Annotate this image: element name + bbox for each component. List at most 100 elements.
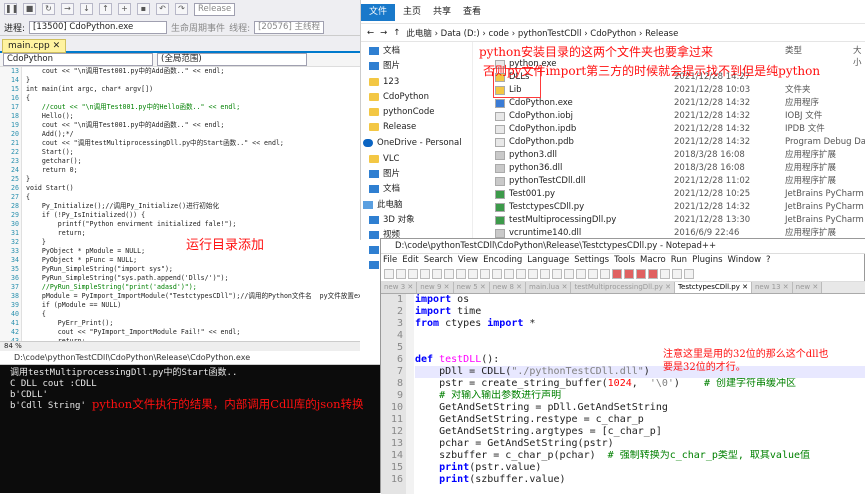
show-all-icon[interactable]: [600, 269, 610, 279]
tab-new-8[interactable]: new 8 ✕: [489, 282, 526, 293]
notepad-editor[interactable]: 1 2 3 4 5 6 7 8 9 10 11 12 13 14 15 16 import os import…: [381, 294, 865, 494]
menu-item[interactable]: File: [383, 254, 397, 267]
find-icon[interactable]: [516, 269, 526, 279]
vs-code-editor[interactable]: 13 14 15 16 17 18 19 20 21 22 23 24 25 26 27 28 29 30 31 32…: [0, 67, 360, 341]
sidebar-item[interactable]: pythonCode: [369, 105, 435, 119]
forward-arrow-icon[interactable]: →: [380, 28, 387, 38]
step-into-icon[interactable]: ↓: [80, 3, 93, 15]
sync-icon[interactable]: [564, 269, 574, 279]
file-row[interactable]: Lib 2021/12/28 10:03 文件夹: [473, 84, 865, 97]
file-row[interactable]: TestctypesCDll.py 2021/12/28 14:32 JetBrai…: [473, 201, 865, 214]
stop-icon[interactable]: ■: [23, 3, 36, 15]
save-icon[interactable]: ▪: [137, 3, 150, 15]
redo-icon[interactable]: ↷: [175, 3, 188, 15]
menu-item[interactable]: Encoding: [483, 254, 522, 267]
sidebar-item[interactable]: 图片: [369, 167, 400, 181]
zoom-in-icon[interactable]: [540, 269, 550, 279]
tab-testmultiprocessingdll-py[interactable]: testMultiprocessingDll.py ✕: [571, 282, 675, 293]
new-file-icon[interactable]: [384, 269, 394, 279]
save-macro-icon[interactable]: [660, 269, 670, 279]
ribbon-tab-home[interactable]: 主页: [397, 5, 427, 20]
stop-macro-icon[interactable]: [624, 269, 634, 279]
config-combo[interactable]: Release: [194, 2, 236, 16]
run-macro-icon[interactable]: [648, 269, 658, 279]
sidebar-item[interactable]: 文档: [369, 182, 400, 196]
tab-new[interactable]: new ✕: [792, 282, 823, 293]
pause-icon[interactable]: ❚❚: [4, 3, 18, 15]
sidebar-item[interactable]: OneDrive - Personal: [363, 136, 462, 150]
ribbon-tab-file[interactable]: 文件: [361, 4, 395, 21]
menu-item[interactable]: Plugins: [692, 254, 722, 267]
spell-icon[interactable]: [672, 269, 682, 279]
ribbon-tab-share[interactable]: 共享: [427, 5, 457, 20]
record-macro-icon[interactable]: [612, 269, 622, 279]
sidebar-item[interactable]: 图片: [369, 59, 400, 73]
tab-testctypescdll-py[interactable]: TestctypesCDll.py ✕: [674, 282, 752, 293]
menu-item[interactable]: ?: [766, 254, 771, 267]
cut-icon[interactable]: [456, 269, 466, 279]
step-icon[interactable]: →: [61, 3, 74, 15]
wrap-icon[interactable]: [576, 269, 586, 279]
menu-item[interactable]: Tools: [614, 254, 635, 267]
file-row[interactable]: CdoPython.iobj 2021/12/28 14:32 IOBJ 文件: [473, 110, 865, 123]
back-arrow-icon[interactable]: ←: [367, 28, 374, 38]
new-file-icon[interactable]: +: [118, 3, 131, 15]
menu-item[interactable]: Run: [671, 254, 687, 267]
save-icon[interactable]: [408, 269, 418, 279]
menu-item[interactable]: Search: [424, 254, 453, 267]
redo-icon[interactable]: [504, 269, 514, 279]
menu-item[interactable]: Language: [527, 254, 569, 267]
scope-combo[interactable]: (全局范围): [157, 53, 307, 66]
file-row[interactable]: CdoPython.ipdb 2021/12/28 14:32 IPDB 文件: [473, 123, 865, 136]
print-icon[interactable]: [444, 269, 454, 279]
lifecycle-events-button[interactable]: 生命周期事件: [171, 21, 225, 34]
sidebar-item[interactable]: 文档: [369, 44, 400, 58]
column-header-type[interactable]: 类型: [785, 44, 802, 56]
paste-icon[interactable]: [480, 269, 490, 279]
tab-new-5[interactable]: new 5 ✕: [453, 282, 490, 293]
project-combo[interactable]: CdoPython: [3, 53, 153, 66]
zoom-level[interactable]: 84 %: [0, 341, 360, 351]
thread-combo[interactable]: [20576] 主线程: [254, 20, 324, 34]
sidebar-item[interactable]: VLC: [369, 152, 400, 166]
tab-new-3[interactable]: new 3 ✕: [381, 282, 418, 293]
file-row[interactable]: testMultiprocessingDll.py 2021/12/28 13:3…: [473, 214, 865, 227]
tab-new-9[interactable]: new 9 ✕: [417, 282, 454, 293]
address-bar[interactable]: ← → ↑ 此电脑 › Data (D:) › code › pythonTes…: [361, 24, 865, 42]
zoom-out-icon[interactable]: [552, 269, 562, 279]
file-row[interactable]: CdoPython.exe 2021/12/28 14:32 应用程序: [473, 97, 865, 110]
tab-main-cpp[interactable]: main.cpp ✕: [2, 39, 67, 53]
undo-icon[interactable]: [492, 269, 502, 279]
menu-item[interactable]: Edit: [402, 254, 418, 267]
breadcrumb[interactable]: 此电脑 › Data (D:) › code › pythonTestCDll …: [406, 27, 678, 39]
menu-item[interactable]: Window: [728, 254, 762, 267]
indent-guide-icon[interactable]: [588, 269, 598, 279]
file-row[interactable]: CdoPython.pdb 2021/12/28 14:32 Program Deb…: [473, 136, 865, 149]
copy-icon[interactable]: [468, 269, 478, 279]
file-row[interactable]: Test001.py 2021/12/28 10:25 JetBrains PyCh…: [473, 188, 865, 201]
sidebar-item[interactable]: 此电脑: [363, 198, 403, 212]
file-row[interactable]: python36.dll 2018/3/28 16:08 应用程序扩展: [473, 162, 865, 175]
restart-icon[interactable]: ↻: [42, 3, 55, 15]
replace-icon[interactable]: [528, 269, 538, 279]
step-out-icon[interactable]: ↑: [99, 3, 112, 15]
undo-icon[interactable]: ↶: [156, 3, 169, 15]
ribbon-tab-view[interactable]: 查看: [457, 5, 487, 20]
up-arrow-icon[interactable]: ↑: [393, 28, 400, 38]
tab-main-lua[interactable]: main.lua ✕: [526, 282, 572, 293]
menu-item[interactable]: Settings: [574, 254, 609, 267]
menu-item[interactable]: View: [458, 254, 478, 267]
save-all-icon[interactable]: [420, 269, 430, 279]
open-icon[interactable]: [396, 269, 406, 279]
file-row[interactable]: python3.dll 2018/3/28 16:08 应用程序扩展: [473, 149, 865, 162]
sidebar-item[interactable]: 3D 对象: [369, 213, 415, 227]
file-row[interactable]: pythonTestCDll.dll 2021/12/28 11:02 应用程序扩展: [473, 175, 865, 188]
sidebar-item[interactable]: 123: [369, 75, 399, 89]
close-icon[interactable]: [432, 269, 442, 279]
sidebar-item[interactable]: CdoPython: [369, 90, 429, 104]
doc-map-icon[interactable]: [684, 269, 694, 279]
process-combo[interactable]: [13500] CdoPython.exe: [29, 20, 168, 34]
tab-new-13[interactable]: new 13 ✕: [751, 282, 793, 293]
menu-item[interactable]: Macro: [640, 254, 666, 267]
sidebar-item[interactable]: Release: [369, 120, 416, 134]
